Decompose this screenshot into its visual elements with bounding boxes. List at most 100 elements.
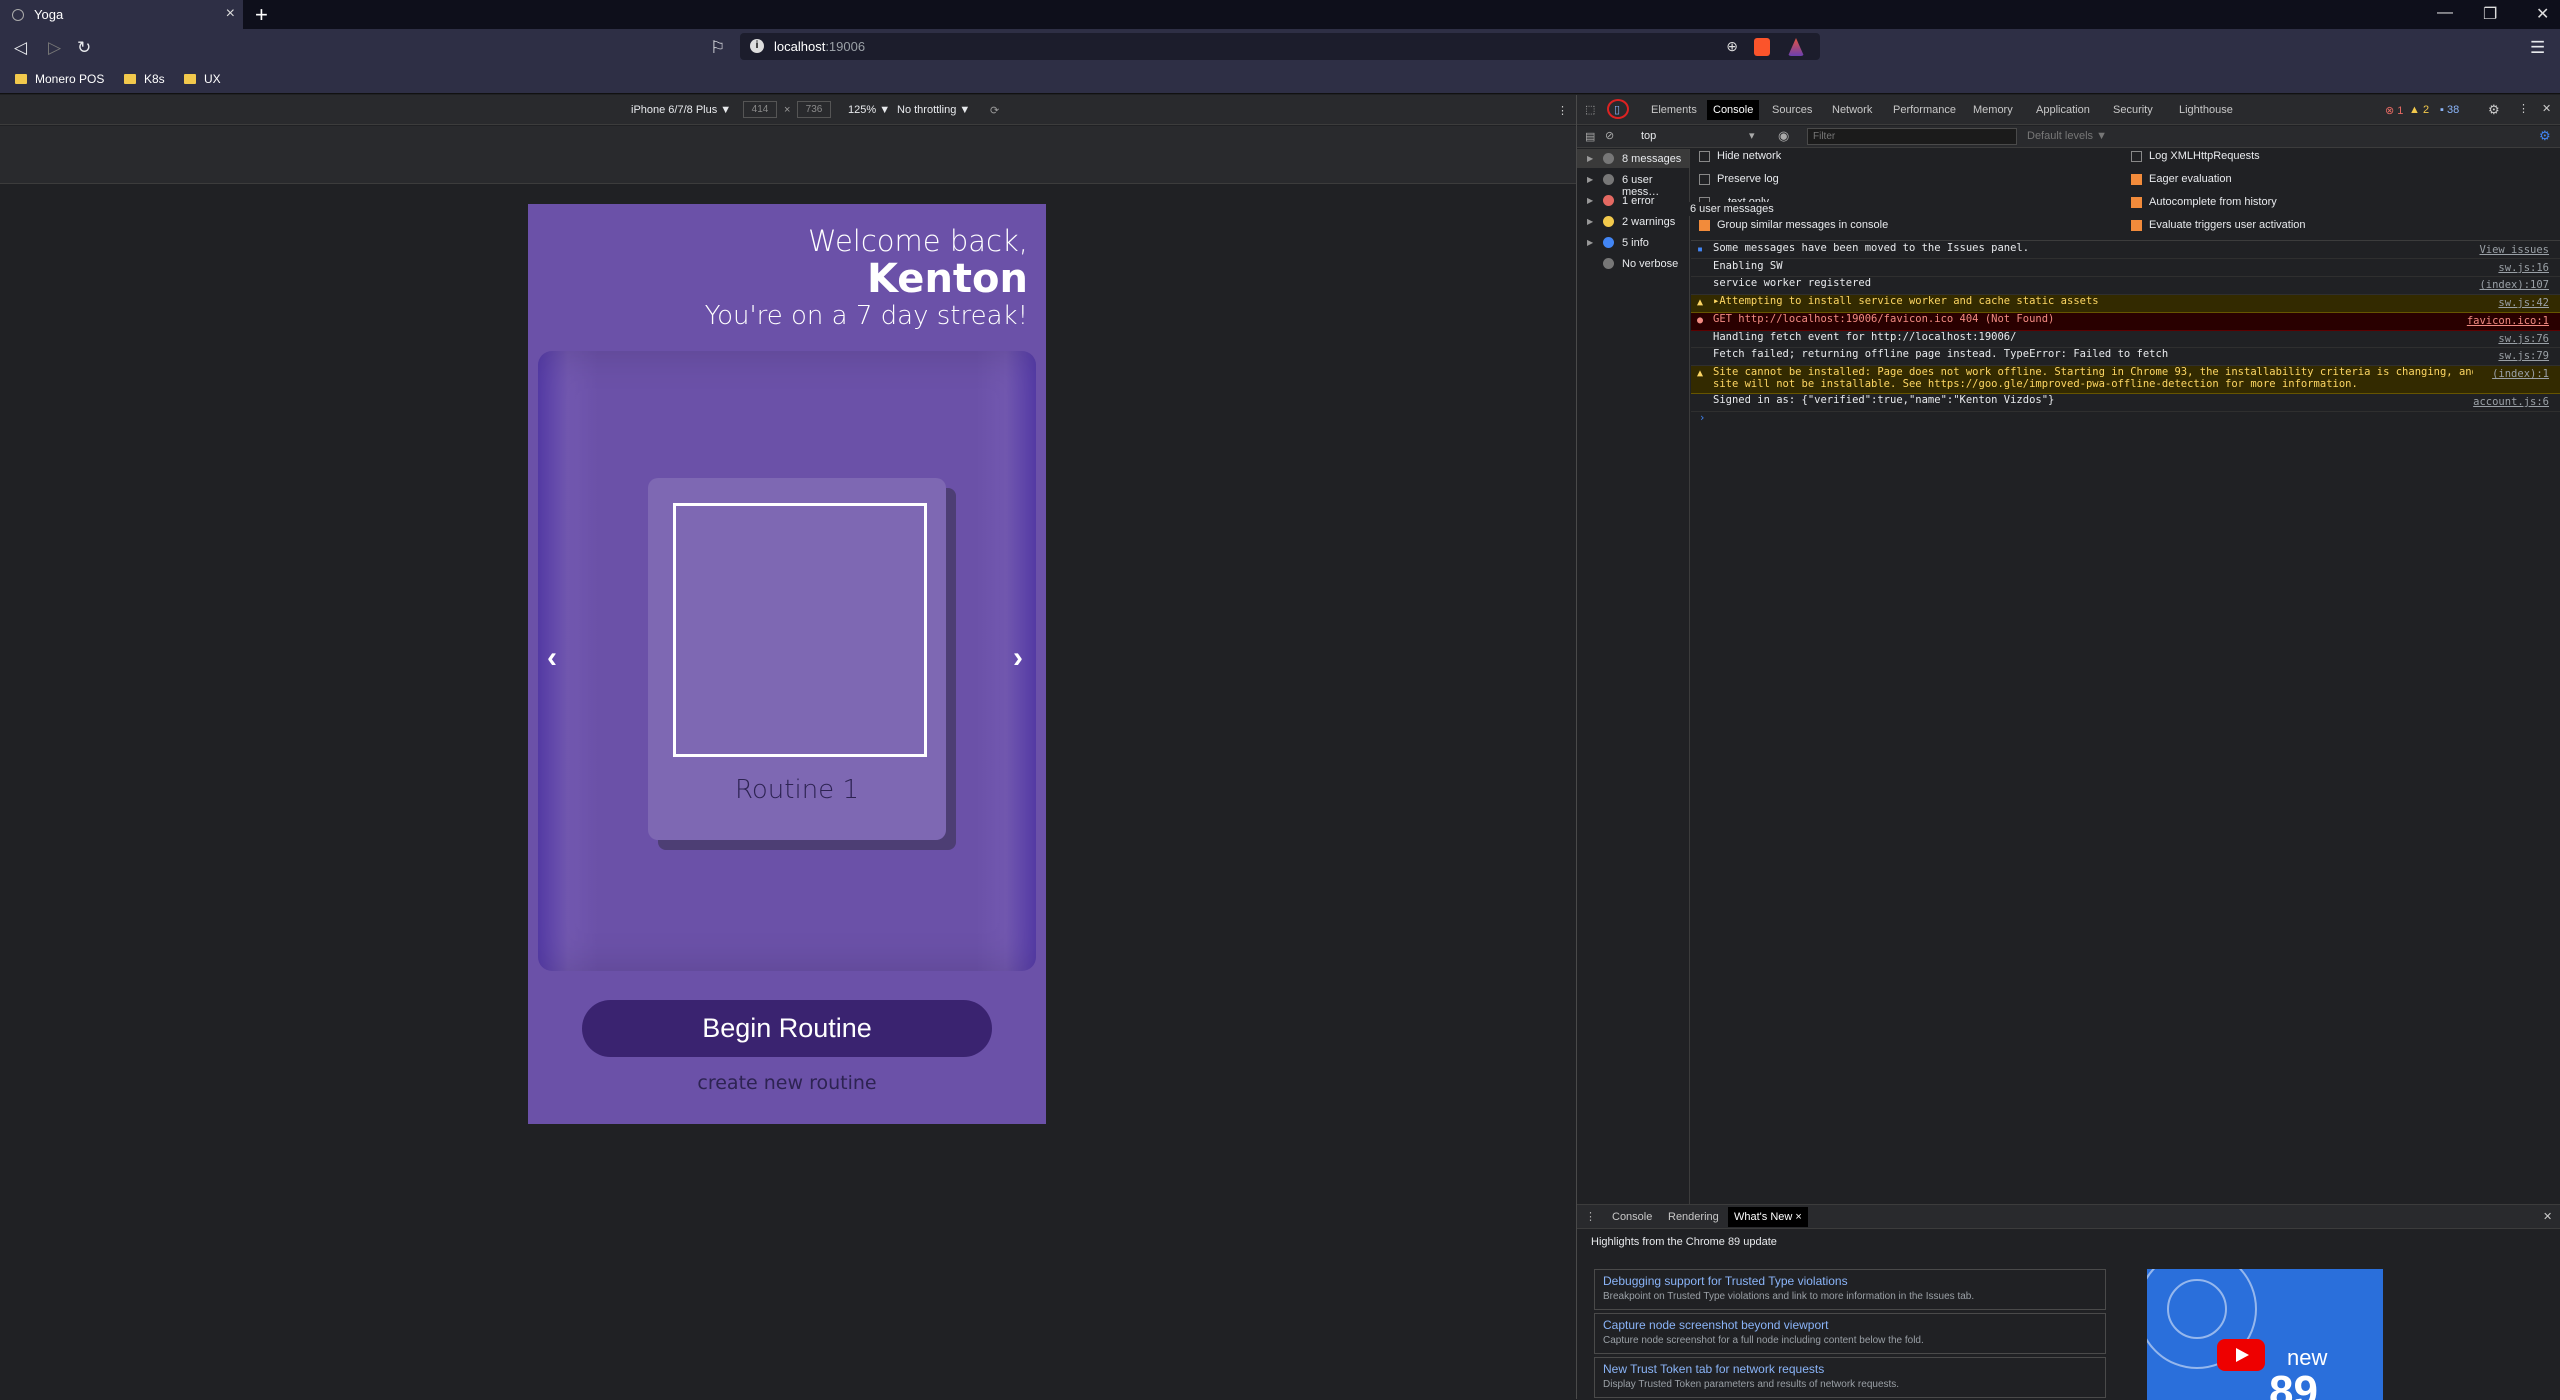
sidebar-messages[interactable]: 8 messages [1622, 153, 1681, 165]
reload-icon[interactable]: ↻ [77, 38, 91, 58]
source-link[interactable]: favicon.ico:1 [2467, 315, 2549, 327]
sidebar-toggle-icon[interactable]: ▤ [1585, 130, 1595, 143]
bookmark-icon[interactable]: ⚐ [710, 38, 725, 58]
drawer-tab-whats-new[interactable]: What's New × [1728, 1207, 1808, 1227]
eye-icon[interactable]: ◉ [1778, 128, 1789, 144]
expand-icon[interactable]: ▶ [1587, 175, 1593, 184]
rotate-icon[interactable]: ⟳ [990, 104, 999, 117]
eval-triggers-checkbox[interactable]: Evaluate triggers user activation [2131, 219, 2306, 231]
drawer-tab-console[interactable]: Console [1612, 1211, 1652, 1223]
inspect-icon[interactable]: ⬚ [1585, 103, 1595, 116]
autocomplete-checkbox[interactable]: Autocomplete from history [2131, 196, 2277, 208]
device-select[interactable]: iPhone 6/7/8 Plus ▼ [631, 104, 731, 116]
create-routine-link[interactable]: create new routine [528, 1072, 1046, 1094]
checkbox[interactable] [1699, 173, 1710, 185]
zoom-select[interactable]: 125% ▼ [848, 104, 890, 116]
tab-console[interactable]: Console [1707, 100, 1760, 120]
warning-counter[interactable]: ▲ 2 [2409, 104, 2429, 116]
tab-sources[interactable]: Sources [1772, 104, 1812, 116]
expand-icon[interactable]: ▶ [1587, 238, 1593, 247]
forward-icon[interactable]: ▷ [48, 38, 61, 58]
settings-gear-icon[interactable]: ⚙ [2488, 102, 2500, 118]
source-link[interactable]: sw.js:79 [2498, 350, 2549, 362]
chevron-right-icon[interactable]: › [1013, 641, 1023, 675]
checkbox[interactable] [2131, 150, 2142, 162]
brave-shield-icon[interactable] [1754, 38, 1770, 56]
bookmark-k8s[interactable]: K8s [124, 72, 165, 86]
feature-title[interactable]: Debugging support for Trusted Type viola… [1603, 1274, 2097, 1288]
tab-performance[interactable]: Performance [1893, 104, 1956, 116]
zoom-icon[interactable]: ⊕ [1726, 38, 1738, 55]
menu-icon[interactable]: ☰ [2530, 38, 2545, 58]
info-icon[interactable]: i [750, 39, 764, 53]
sidebar-errors[interactable]: 1 error [1622, 195, 1654, 207]
checkbox[interactable] [2131, 196, 2142, 208]
chevron-left-icon[interactable]: ‹ [547, 641, 557, 675]
dropdown-caret-icon[interactable]: ▾ [1749, 129, 1755, 142]
preserve-log-checkbox[interactable]: Preserve log [1699, 173, 1779, 185]
drawer-tab-rendering[interactable]: Rendering [1668, 1211, 1719, 1223]
sidebar-warnings[interactable]: 2 warnings [1622, 216, 1675, 228]
restore-icon[interactable]: ❐ [2483, 4, 2497, 24]
tab-memory[interactable]: Memory [1973, 104, 2013, 116]
tab-elements[interactable]: Elements [1651, 104, 1697, 116]
url-field[interactable]: i localhost:19006 ⊕ [740, 33, 1820, 60]
drawer-menu-icon[interactable]: ⋮ [1585, 1210, 1596, 1223]
source-link[interactable]: sw.js:16 [2498, 262, 2549, 274]
console-prompt[interactable]: › [1699, 412, 1705, 424]
view-issues-link[interactable]: View issues [2479, 244, 2549, 256]
expand-icon[interactable]: ▶ [1587, 196, 1593, 205]
close-devtools-icon[interactable]: ✕ [2542, 102, 2551, 115]
source-link[interactable]: (index):1 [2492, 368, 2549, 380]
source-link[interactable]: sw.js:42 [2498, 297, 2549, 309]
new-tab-button[interactable]: + [255, 2, 268, 28]
close-tab-icon[interactable]: × [226, 5, 235, 23]
feature-title[interactable]: Capture node screenshot beyond viewport [1603, 1318, 2097, 1332]
filter-input[interactable]: Filter [1807, 128, 2017, 145]
browser-tab[interactable]: Yoga × [0, 0, 243, 29]
issues-counter[interactable]: ▪ 38 [2440, 104, 2459, 116]
tab-network[interactable]: Network [1832, 104, 1872, 116]
sidebar-info[interactable]: 5 info [1622, 237, 1649, 249]
console-settings-icon[interactable]: ⚙ [2539, 128, 2551, 144]
tab-security[interactable]: Security [2113, 104, 2153, 116]
routine-card[interactable]: Routine 1 [648, 478, 946, 840]
feature-item[interactable]: Debugging support for Trusted Type viola… [1594, 1269, 2106, 1310]
expand-icon[interactable]: ▶ [1587, 217, 1593, 226]
begin-routine-button[interactable]: Begin Routine [582, 1000, 992, 1057]
more-icon[interactable]: ⋮ [2518, 102, 2529, 115]
brave-rewards-icon[interactable] [1788, 38, 1804, 56]
sidebar-verbose[interactable]: No verbose [1622, 258, 1678, 270]
hide-network-checkbox[interactable]: Hide network [1699, 150, 1781, 162]
context-select[interactable]: top [1641, 130, 1656, 142]
clear-console-icon[interactable]: ⊘ [1605, 129, 1614, 142]
close-window-icon[interactable]: ✕ [2536, 4, 2549, 24]
levels-select[interactable]: Default levels ▼ [2027, 130, 2107, 142]
youtube-play-icon[interactable] [2217, 1339, 2265, 1371]
source-link[interactable]: account.js:6 [2473, 396, 2549, 408]
source-link[interactable]: sw.js:76 [2498, 333, 2549, 345]
feature-title[interactable]: New Trust Token tab for network requests [1603, 1362, 2097, 1376]
eager-eval-checkbox[interactable]: Eager evaluation [2131, 173, 2232, 185]
tab-application[interactable]: Application [2036, 104, 2090, 116]
feature-item[interactable]: New Trust Token tab for network requests… [1594, 1357, 2106, 1398]
device-width-input[interactable]: 414 [743, 101, 777, 118]
more-options-icon[interactable]: ⋮ [1557, 104, 1568, 117]
throttle-select[interactable]: No throttling ▼ [897, 104, 970, 116]
group-similar-checkbox[interactable]: Group similar messages in console [1699, 219, 1888, 231]
log-text[interactable]: ▸Attempting to install service worker an… [1713, 295, 2099, 307]
expand-icon[interactable]: ▶ [1587, 154, 1593, 163]
minimize-icon[interactable]: — [2437, 4, 2453, 22]
close-drawer-icon[interactable]: ✕ [2543, 1210, 2552, 1223]
bookmark-monero[interactable]: Monero POS [15, 72, 104, 86]
device-height-input[interactable]: 736 [797, 101, 831, 118]
checkbox[interactable] [1699, 150, 1710, 162]
tab-lighthouse[interactable]: Lighthouse [2179, 104, 2233, 116]
log-xhr-checkbox[interactable]: Log XMLHttpRequests [2131, 150, 2260, 162]
source-link[interactable]: (index):107 [2479, 279, 2549, 291]
device-toggle-button[interactable]: ▯ [1607, 99, 1629, 119]
back-icon[interactable]: ◁ [14, 38, 27, 58]
error-counter[interactable]: ⊗ 1 [2385, 104, 2403, 117]
checkbox[interactable] [2131, 173, 2142, 185]
whats-new-video[interactable]: new 89 [2147, 1269, 2383, 1400]
